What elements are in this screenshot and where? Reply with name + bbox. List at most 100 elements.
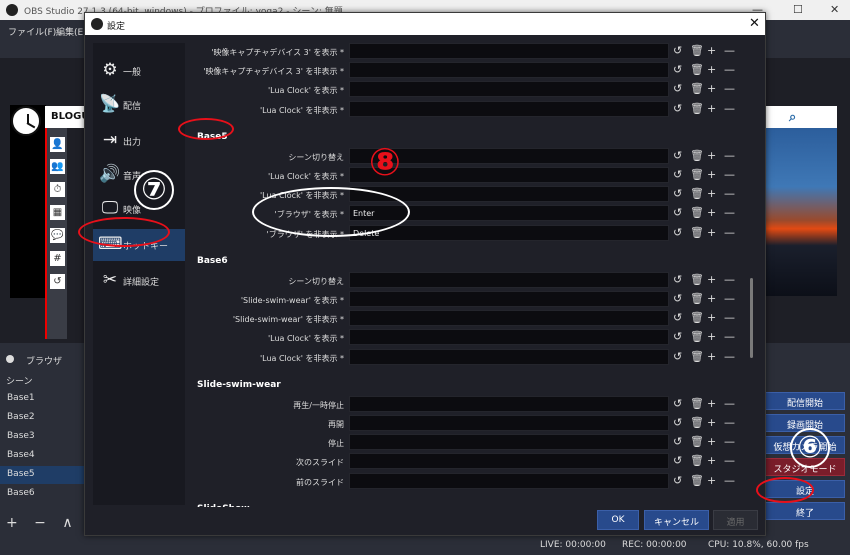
- start-streaming-button[interactable]: 配信開始: [765, 392, 845, 410]
- trash-icon[interactable]: 🗑: [690, 63, 704, 77]
- remove-icon[interactable]: —: [724, 273, 735, 287]
- hotkey-field[interactable]: [349, 100, 669, 117]
- add-icon[interactable]: +: [707, 311, 716, 325]
- add-icon[interactable]: +: [707, 416, 716, 430]
- add-icon[interactable]: +: [707, 330, 716, 344]
- scene-item[interactable]: Base3: [0, 428, 85, 446]
- add-icon[interactable]: +: [707, 187, 716, 201]
- revert-icon[interactable]: ↺: [673, 330, 682, 344]
- hotkey-field[interactable]: [349, 472, 669, 489]
- hotkey-field[interactable]: [349, 310, 669, 327]
- trash-icon[interactable]: 🗑: [690, 206, 704, 220]
- revert-icon[interactable]: ↺: [673, 311, 682, 325]
- menu-edit[interactable]: 編集(E): [56, 25, 87, 38]
- trash-icon[interactable]: 🗑: [690, 311, 704, 325]
- scene-item[interactable]: Base6: [0, 485, 85, 503]
- close-icon[interactable]: ✕: [830, 3, 839, 16]
- trash-icon[interactable]: 🗑: [690, 149, 704, 163]
- scene-item[interactable]: Base1: [0, 390, 85, 408]
- add-icon[interactable]: +: [707, 397, 716, 411]
- remove-icon[interactable]: —: [724, 350, 735, 364]
- revert-icon[interactable]: ↺: [673, 149, 682, 163]
- trash-icon[interactable]: 🗑: [690, 454, 704, 468]
- add-icon[interactable]: +: [707, 82, 716, 96]
- hotkey-field[interactable]: Delete: [349, 224, 669, 241]
- add-icon[interactable]: +: [707, 63, 716, 77]
- trash-icon[interactable]: 🗑: [690, 435, 704, 449]
- scene-item[interactable]: Base2: [0, 409, 85, 427]
- cancel-button[interactable]: キャンセル: [644, 510, 709, 530]
- close-icon[interactable]: ✕: [749, 16, 760, 31]
- hotkey-field[interactable]: [349, 81, 669, 98]
- revert-icon[interactable]: ↺: [673, 435, 682, 449]
- hotkeys-content[interactable]: '映像キャプチャデバイス 3' を表示 * ↺ 🗑 + — '映像キャプチャデバイス 3'…: [189, 41, 763, 507]
- add-icon[interactable]: +: [707, 273, 716, 287]
- remove-icon[interactable]: —: [724, 206, 735, 220]
- hotkey-field[interactable]: [349, 348, 669, 365]
- remove-icon[interactable]: —: [724, 330, 735, 344]
- hotkey-field[interactable]: [349, 453, 669, 470]
- revert-icon[interactable]: ↺: [673, 273, 682, 287]
- trash-icon[interactable]: 🗑: [690, 168, 704, 182]
- add-icon[interactable]: +: [707, 149, 716, 163]
- remove-icon[interactable]: —: [724, 311, 735, 325]
- add-icon[interactable]: +: [707, 168, 716, 182]
- add-icon[interactable]: +: [707, 454, 716, 468]
- remove-icon[interactable]: —: [724, 435, 735, 449]
- menu-file[interactable]: ファイル(F): [8, 25, 56, 38]
- remove-icon[interactable]: —: [724, 149, 735, 163]
- remove-icon[interactable]: —: [724, 168, 735, 182]
- revert-icon[interactable]: ↺: [673, 292, 682, 306]
- revert-icon[interactable]: ↺: [673, 350, 682, 364]
- trash-icon[interactable]: 🗑: [690, 44, 704, 58]
- revert-icon[interactable]: ↺: [673, 416, 682, 430]
- scene-item-active[interactable]: Base5: [0, 466, 85, 484]
- add-icon[interactable]: +: [707, 206, 716, 220]
- revert-icon[interactable]: ↺: [673, 102, 682, 116]
- apply-button[interactable]: 適用: [713, 510, 758, 530]
- remove-icon[interactable]: —: [724, 397, 735, 411]
- trash-icon[interactable]: 🗑: [690, 397, 704, 411]
- trash-icon[interactable]: 🗑: [690, 330, 704, 344]
- trash-icon[interactable]: 🗑: [690, 292, 704, 306]
- revert-icon[interactable]: ↺: [673, 397, 682, 411]
- revert-icon[interactable]: ↺: [673, 454, 682, 468]
- remove-icon[interactable]: —: [724, 416, 735, 430]
- trash-icon[interactable]: 🗑: [690, 187, 704, 201]
- revert-icon[interactable]: ↺: [673, 82, 682, 96]
- add-icon[interactable]: +: [707, 292, 716, 306]
- revert-icon[interactable]: ↺: [673, 168, 682, 182]
- hotkey-field[interactable]: [349, 271, 669, 288]
- remove-icon[interactable]: —: [724, 44, 735, 58]
- nav-item-tools[interactable]: ✂ 詳細設定: [93, 265, 185, 297]
- add-icon[interactable]: +: [707, 44, 716, 58]
- hotkey-field[interactable]: [349, 43, 669, 59]
- remove-icon[interactable]: —: [724, 63, 735, 77]
- hotkey-field[interactable]: [349, 291, 669, 307]
- add-icon[interactable]: +: [707, 350, 716, 364]
- gear-icon[interactable]: [6, 355, 14, 363]
- nav-item-gear[interactable]: ⚙ 一般: [93, 55, 185, 87]
- nav-item-broadcast[interactable]: 📡 配信: [93, 89, 185, 121]
- revert-icon[interactable]: ↺: [673, 226, 682, 240]
- hotkey-field[interactable]: [349, 415, 669, 431]
- add-icon[interactable]: +: [707, 226, 716, 240]
- ok-button[interactable]: OK: [597, 510, 639, 530]
- exit-button[interactable]: 終了: [765, 502, 845, 520]
- trash-icon[interactable]: 🗑: [690, 82, 704, 96]
- remove-icon[interactable]: —: [724, 226, 735, 240]
- trash-icon[interactable]: 🗑: [690, 416, 704, 430]
- maximize-icon[interactable]: ☐: [793, 3, 803, 16]
- trash-icon[interactable]: 🗑: [690, 226, 704, 240]
- trash-icon[interactable]: 🗑: [690, 350, 704, 364]
- hotkey-field[interactable]: [349, 62, 669, 79]
- trash-icon[interactable]: 🗑: [690, 474, 704, 488]
- nav-item-output[interactable]: ⇥ 出力: [93, 125, 185, 157]
- revert-icon[interactable]: ↺: [673, 63, 682, 77]
- revert-icon[interactable]: ↺: [673, 474, 682, 488]
- remove-icon[interactable]: —: [724, 102, 735, 116]
- hotkey-field[interactable]: [349, 434, 669, 451]
- trash-icon[interactable]: 🗑: [690, 273, 704, 287]
- add-icon[interactable]: +: [707, 474, 716, 488]
- add-icon[interactable]: +: [707, 435, 716, 449]
